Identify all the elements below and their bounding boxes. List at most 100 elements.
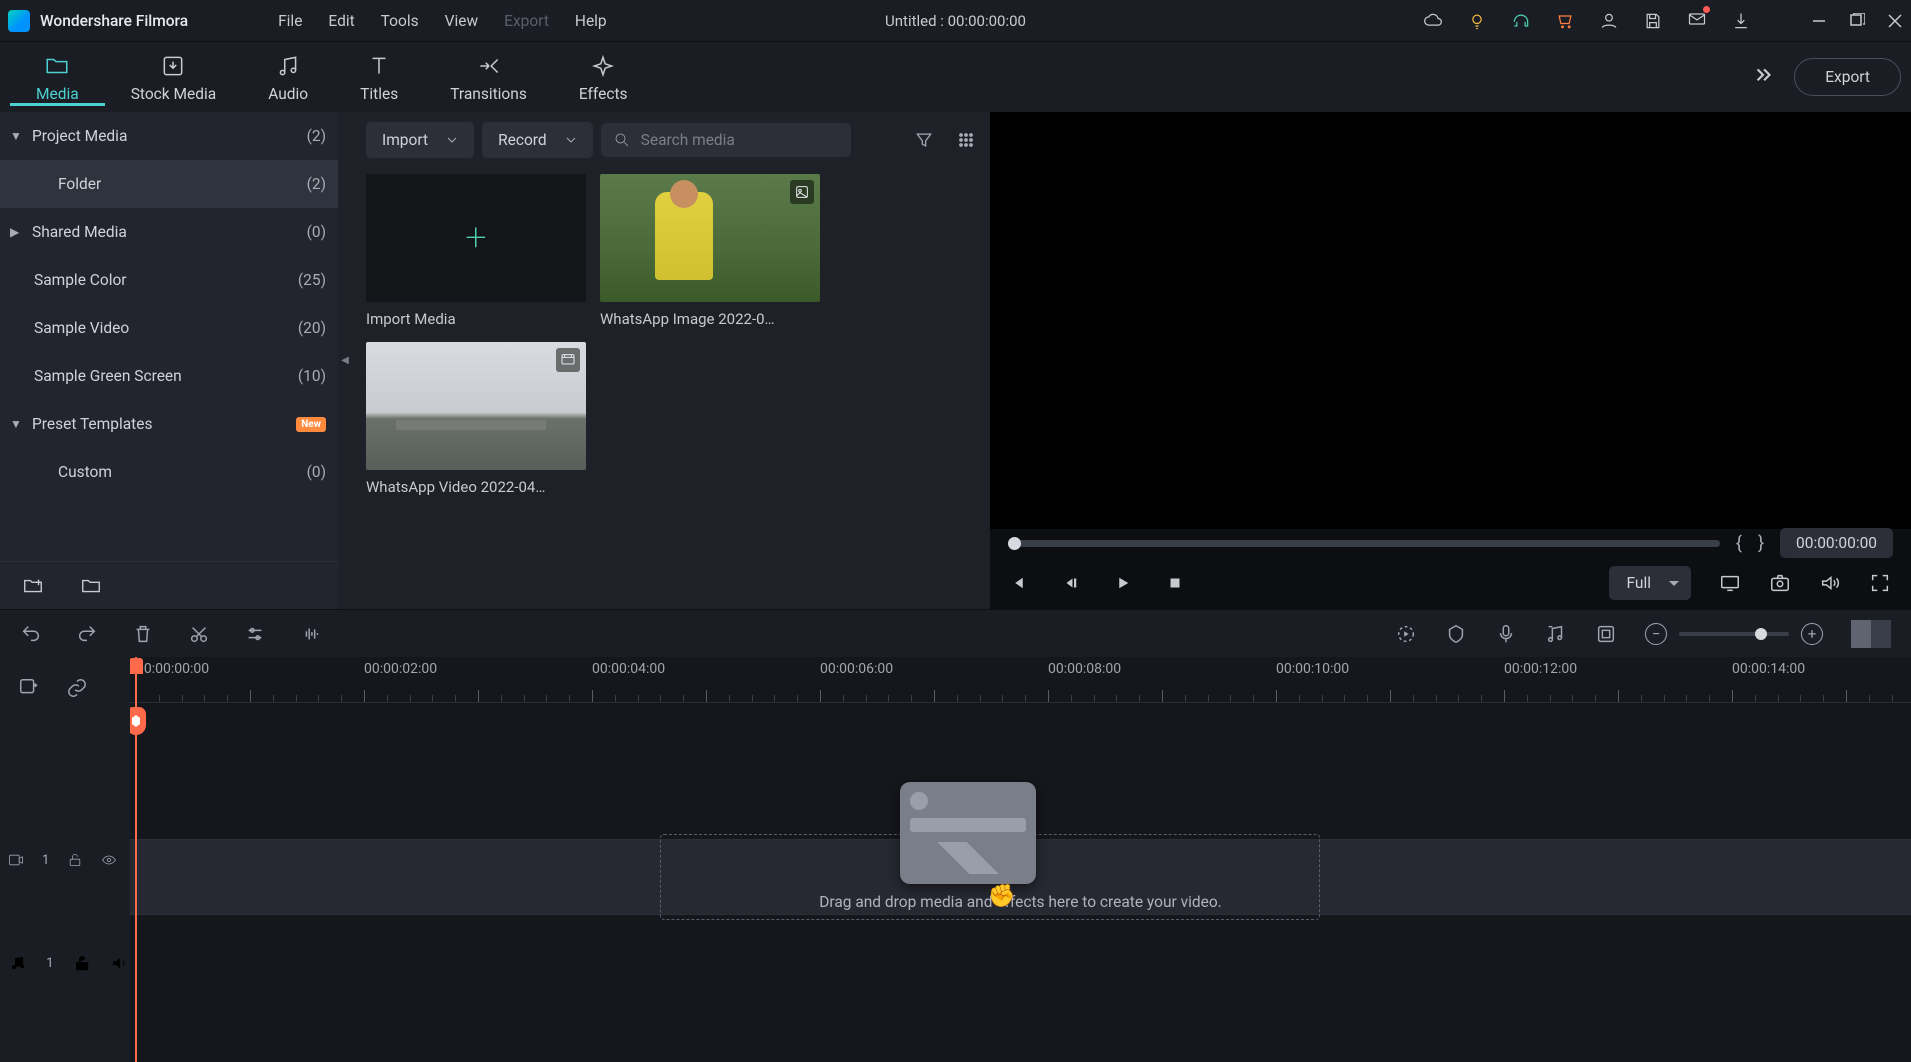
unlock-icon[interactable] [67, 852, 83, 868]
unlock-icon[interactable] [72, 953, 92, 973]
tree-sample-green[interactable]: Sample Green Screen (10) [0, 352, 338, 400]
display-icon[interactable] [1719, 572, 1741, 594]
filter-icon[interactable] [914, 130, 934, 150]
image-type-icon [790, 180, 814, 204]
mark-out-icon[interactable]: } [1758, 533, 1764, 554]
app-name: Wondershare Filmora [40, 12, 188, 30]
tab-media[interactable]: Media [10, 49, 105, 106]
mail-icon[interactable] [1687, 9, 1707, 33]
audio-track-header[interactable]: 1 [0, 933, 130, 993]
tree-preset-templates[interactable]: ▼ Preset Templates New [0, 400, 338, 448]
record-label: Record [498, 131, 547, 149]
redo-icon[interactable] [76, 623, 98, 645]
lightbulb-icon[interactable] [1467, 11, 1487, 31]
cut-icon[interactable] [188, 623, 210, 645]
media-clip[interactable]: WhatsApp Video 2022-04… [366, 342, 586, 496]
caret-down-icon: ▼ [10, 129, 24, 143]
minimize-icon[interactable] [1811, 13, 1827, 29]
step-back-icon[interactable] [1062, 574, 1080, 592]
tree-project-media[interactable]: ▼ Project Media (2) [0, 112, 338, 160]
audio-mixer-icon[interactable] [1545, 623, 1567, 645]
import-dropdown[interactable]: Import [366, 122, 474, 158]
timeline-ruler[interactable]: 00:00:00:00 00:00:02:00 00:00:04:00 00:0… [130, 657, 1911, 703]
drop-hint-text: Drag and drop media and effects here to … [130, 893, 1911, 911]
grab-cursor-icon: ✊ [988, 884, 1015, 909]
eye-icon[interactable] [101, 852, 117, 868]
tab-titles[interactable]: Titles [334, 49, 424, 106]
tree-count: (0) [307, 463, 326, 481]
cloud-icon[interactable] [1423, 11, 1443, 31]
panel-collapse-handle[interactable]: ◀ [338, 112, 352, 609]
preview-scrubber[interactable] [1008, 540, 1720, 547]
thumbnail-toggle[interactable] [1851, 620, 1891, 648]
grid-view-icon[interactable] [956, 130, 976, 150]
headset-icon[interactable] [1511, 11, 1531, 31]
menu-tools[interactable]: Tools [381, 12, 419, 30]
video-track-header[interactable]: 1 [0, 787, 130, 933]
link-icon[interactable] [66, 677, 88, 699]
voiceover-icon[interactable] [1495, 623, 1517, 645]
cart-icon[interactable] [1555, 11, 1575, 31]
undo-icon[interactable] [20, 623, 42, 645]
track-number: 1 [46, 956, 53, 971]
close-icon[interactable] [1887, 13, 1903, 29]
zoom-in-icon[interactable]: + [1801, 623, 1823, 645]
tree-folder[interactable]: Folder (2) [0, 160, 338, 208]
waveform-icon[interactable] [300, 623, 322, 645]
tab-stock-media[interactable]: Stock Media [105, 49, 242, 106]
download-icon[interactable] [1731, 11, 1751, 31]
delete-icon[interactable] [132, 623, 154, 645]
tree-sample-color[interactable]: Sample Color (25) [0, 256, 338, 304]
zoom-slider[interactable]: − + [1645, 623, 1823, 645]
export-button[interactable]: Export [1794, 58, 1901, 96]
menu-export[interactable]: Export [504, 12, 549, 30]
search-input[interactable]: Search media [601, 123, 851, 157]
menu-help[interactable]: Help [575, 12, 607, 30]
quality-dropdown[interactable]: Full [1609, 566, 1691, 600]
tab-effects[interactable]: Effects [553, 49, 654, 106]
add-track-icon[interactable] [18, 677, 40, 699]
ruler-mark: 00:00:08:00 [1048, 661, 1121, 677]
tree-custom[interactable]: Custom (0) [0, 448, 338, 496]
media-import-tile[interactable]: + Import Media [366, 174, 586, 328]
render-icon[interactable] [1395, 623, 1417, 645]
mark-in-icon[interactable]: { [1736, 533, 1742, 554]
user-icon[interactable] [1599, 11, 1619, 31]
media-clip[interactable]: WhatsApp Image 2022-0… [600, 174, 820, 328]
search-placeholder: Search media [641, 131, 735, 149]
marker-icon[interactable] [1445, 623, 1467, 645]
timeline-body[interactable]: 00:00:00:00 00:00:02:00 00:00:04:00 00:0… [130, 657, 1911, 1062]
stop-icon[interactable] [1166, 574, 1184, 592]
tree-sample-video[interactable]: Sample Video (20) [0, 304, 338, 352]
save-icon[interactable] [1643, 11, 1663, 31]
tree-label: Shared Media [32, 223, 299, 241]
tree-label: Sample Color [34, 271, 290, 289]
playhead[interactable] [135, 657, 137, 1062]
main-menu: File Edit Tools View Export Help [278, 12, 607, 30]
play-icon[interactable] [1114, 574, 1132, 592]
volume-icon[interactable] [1819, 572, 1841, 594]
maximize-icon[interactable] [1849, 13, 1865, 29]
audio-track-icon [8, 953, 28, 973]
fullscreen-icon[interactable] [1869, 572, 1891, 594]
snapshot-icon[interactable] [1769, 572, 1791, 594]
record-dropdown[interactable]: Record [482, 122, 593, 158]
tab-transitions[interactable]: Transitions [424, 49, 553, 106]
menu-edit[interactable]: Edit [328, 12, 354, 30]
folder-outline-icon[interactable] [80, 575, 102, 597]
tree-count: (10) [298, 367, 326, 385]
new-folder-plus-icon[interactable] [22, 575, 44, 597]
more-chevron-icon[interactable] [1750, 64, 1776, 90]
zoom-out-icon[interactable]: − [1645, 623, 1667, 645]
prev-frame-icon[interactable] [1010, 574, 1028, 592]
adjust-icon[interactable] [244, 623, 266, 645]
menu-file[interactable]: File [278, 12, 302, 30]
plus-icon: + [465, 216, 486, 260]
menu-view[interactable]: View [445, 12, 479, 30]
tree-shared-media[interactable]: ▶ Shared Media (0) [0, 208, 338, 256]
speaker-icon[interactable] [110, 953, 130, 973]
titlebar-actions [1423, 9, 1903, 33]
preview-canvas[interactable] [990, 112, 1911, 529]
crop-icon[interactable] [1595, 623, 1617, 645]
tab-audio[interactable]: Audio [242, 49, 334, 106]
